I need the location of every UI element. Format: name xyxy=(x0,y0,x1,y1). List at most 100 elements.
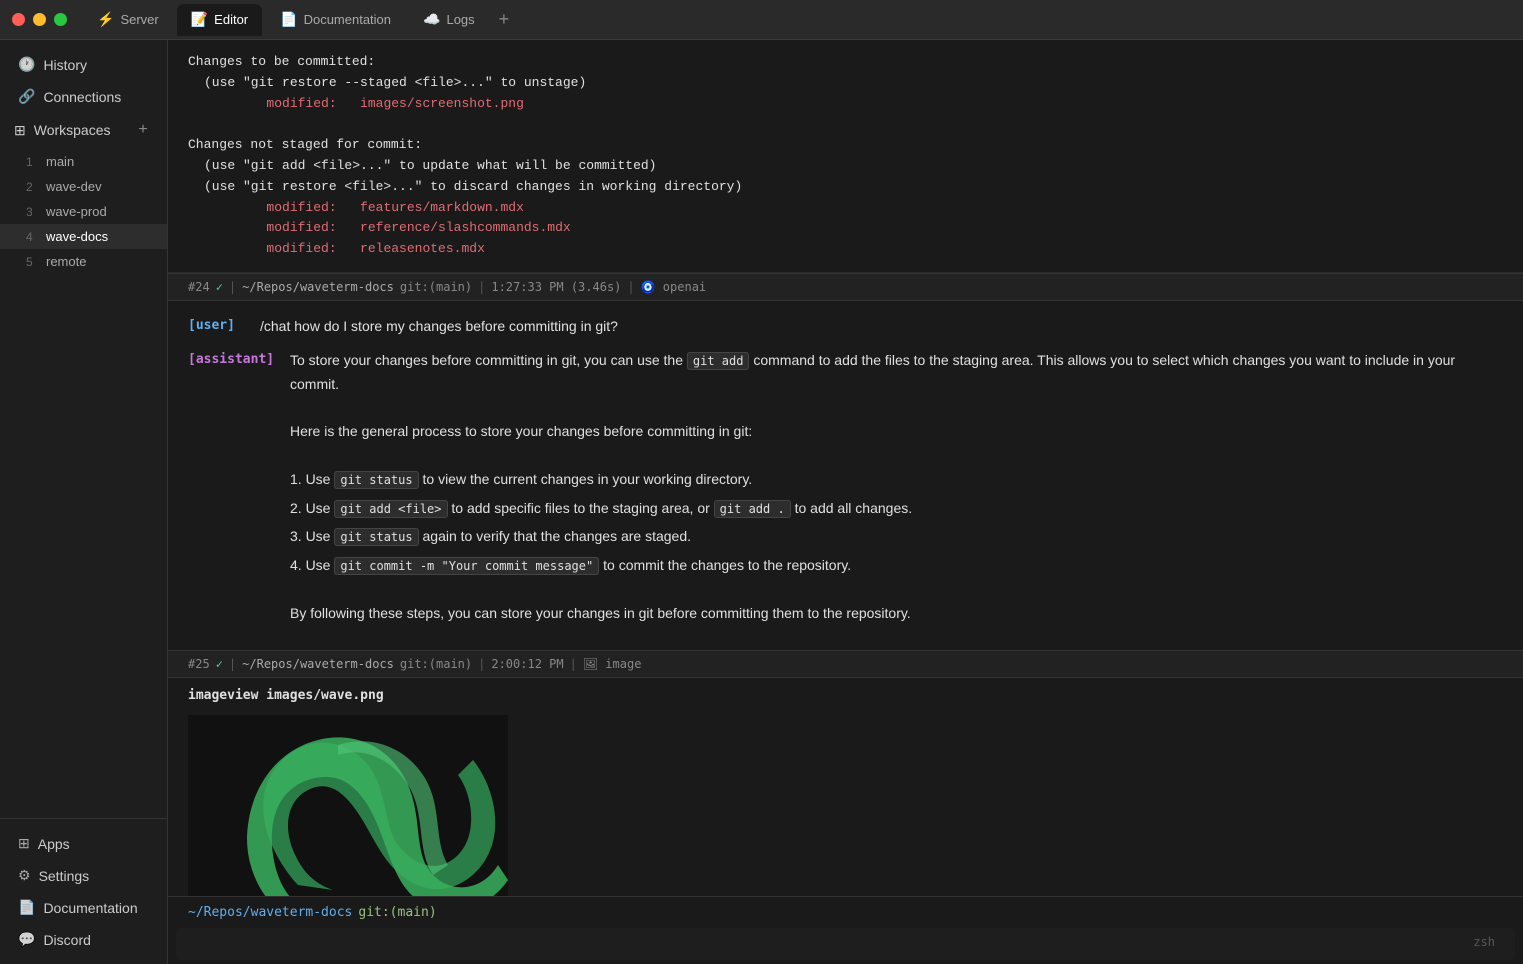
prompt-branch-24: git:(main) xyxy=(400,280,472,294)
sidebar-item-history[interactable]: 🕐 History xyxy=(4,49,163,80)
close-button[interactable] xyxy=(12,13,25,26)
code-step2a: git add <file> xyxy=(334,500,447,518)
history-icon: 🕐 xyxy=(18,56,35,73)
user-text: /chat how do I store my changes before c… xyxy=(260,315,1503,339)
reply-footer: By following these steps, you can store … xyxy=(290,605,911,621)
prompt-check-25: ✓ xyxy=(216,657,223,671)
workspace-entry-wave-dev[interactable]: 2 wave-dev xyxy=(0,174,167,199)
sidebar-item-settings[interactable]: ⚙ Settings xyxy=(4,860,163,891)
prompt-num-25: #25 xyxy=(188,657,210,671)
step-4: 4. Use git commit -m "Your commit messag… xyxy=(290,554,1503,578)
step-2: 2. Use git add <file> to add specific fi… xyxy=(290,497,1503,521)
add-tab-button[interactable]: + xyxy=(493,9,516,30)
workspaces-label: Workspaces xyxy=(34,122,111,138)
maximize-button[interactable] xyxy=(54,13,67,26)
connections-icon: 🔗 xyxy=(18,88,35,105)
git-status-block: Changes to be committed: (use "git resto… xyxy=(168,40,1523,273)
zsh-label: zsh xyxy=(1473,935,1495,949)
sidebar-item-discord[interactable]: 💬 Discord xyxy=(4,924,163,955)
workspaces-icon: ⊞ xyxy=(14,122,26,139)
git-line-9: modified: reference/slashcommands.mdx xyxy=(188,218,1503,239)
add-workspace-button[interactable]: + xyxy=(133,120,153,140)
sidebar-history-label: History xyxy=(43,57,87,73)
prompt-separator-25: | xyxy=(229,657,236,671)
workspace-entry-wave-prod[interactable]: 3 wave-prod xyxy=(0,199,167,224)
workspace-entry-remote[interactable]: 5 remote xyxy=(0,249,167,274)
ws-name-wave-prod: wave-prod xyxy=(46,204,107,219)
sidebar-item-apps[interactable]: ⊞ Apps xyxy=(4,828,163,859)
workspace-entry-main[interactable]: 1 main xyxy=(0,149,167,174)
titlebar: ⚡ Server 📝 Editor 📄 Documentation ☁️ Log… xyxy=(0,0,1523,40)
reply-intro: Here is the general process to store you… xyxy=(290,423,752,439)
prompt-model-24: 🧿 openai xyxy=(641,280,707,294)
prompt-sep3-24: | xyxy=(627,280,634,294)
sidebar-top: 🕐 History 🔗 Connections ⊞ Workspaces + 1… xyxy=(0,40,167,818)
git-line-8: modified: features/markdown.mdx xyxy=(188,198,1503,219)
shell-input[interactable] xyxy=(196,935,1473,950)
terminal-content[interactable]: Changes to be committed: (use "git resto… xyxy=(168,40,1523,896)
apps-icon: ⊞ xyxy=(18,835,30,852)
tab-editor[interactable]: 📝 Editor xyxy=(177,4,262,36)
logs-icon: ☁️ xyxy=(423,11,440,28)
imageview-command: imageview images/wave.png xyxy=(188,688,1503,703)
code-step1: git status xyxy=(334,471,418,489)
sidebar-documentation-label: Documentation xyxy=(43,900,137,916)
doc-icon: 📄 xyxy=(280,11,297,28)
workspace-entry-wave-docs[interactable]: 4 wave-docs xyxy=(0,224,167,249)
tab-logs-label: Logs xyxy=(446,12,474,27)
wave-logo-svg xyxy=(188,715,508,896)
settings-icon: ⚙ xyxy=(18,867,31,884)
tab-logs[interactable]: ☁️ Logs xyxy=(409,4,489,36)
chat-assistant-line: [assistant] To store your changes before… xyxy=(188,349,1503,626)
tab-documentation-label: Documentation xyxy=(304,12,391,27)
ws-name-main: main xyxy=(46,154,74,169)
step-1: 1. Use git status to view the current ch… xyxy=(290,468,1503,492)
imageview-block: imageview images/wave.png xyxy=(168,678,1523,896)
prompt-model-25: 🖼 image xyxy=(583,657,642,671)
assistant-text: To store your changes before committing … xyxy=(290,349,1503,626)
sidebar-item-connections[interactable]: 🔗 Connections xyxy=(4,81,163,112)
shell-prompt-line: ~/Repos/waveterm-docs git:(main) xyxy=(168,897,1523,924)
sidebar-settings-label: Settings xyxy=(39,868,90,884)
prompt-bar-24: #24 ✓ | ~/Repos/waveterm-docs git:(main)… xyxy=(168,273,1523,301)
workspace-list: 1 main 2 wave-dev 3 wave-prod 4 wave-doc… xyxy=(0,149,167,274)
prompt-sep2-24: | xyxy=(478,280,485,294)
ws-num-3: 3 xyxy=(26,205,38,219)
git-line-3: modified: images/screenshot.png xyxy=(188,94,1503,115)
sidebar: 🕐 History 🔗 Connections ⊞ Workspaces + 1… xyxy=(0,40,168,964)
git-line-5: Changes not staged for commit: xyxy=(188,135,1503,156)
main-layout: 🕐 History 🔗 Connections ⊞ Workspaces + 1… xyxy=(0,40,1523,964)
ws-name-wave-docs: wave-docs xyxy=(46,229,108,244)
ws-num-5: 5 xyxy=(26,255,38,269)
documentation-icon: 📄 xyxy=(18,899,35,916)
sidebar-item-documentation[interactable]: 📄 Documentation xyxy=(4,892,163,923)
workspaces-header: ⊞ Workspaces + xyxy=(0,113,167,147)
tab-documentation[interactable]: 📄 Documentation xyxy=(266,4,405,36)
prompt-sep3-25: | xyxy=(570,657,577,671)
prompt-time-25: 2:00:12 PM xyxy=(491,657,563,671)
ws-name-remote: remote xyxy=(46,254,86,269)
chat-block-24: [user] /chat how do I store my changes b… xyxy=(168,301,1523,650)
sidebar-discord-label: Discord xyxy=(43,932,90,948)
prompt-separator-24: | xyxy=(229,280,236,294)
tab-editor-label: Editor xyxy=(214,12,248,27)
chat-user-line: [user] /chat how do I store my changes b… xyxy=(188,315,1503,339)
ws-num-1: 1 xyxy=(26,155,38,169)
ws-num-4: 4 xyxy=(26,230,38,244)
discord-icon: 💬 xyxy=(18,931,35,948)
sidebar-bottom: ⊞ Apps ⚙ Settings 📄 Documentation 💬 Disc… xyxy=(0,818,167,964)
prompt-sep2-25: | xyxy=(478,657,485,671)
shell-branch: git:(main) xyxy=(358,905,436,920)
minimize-button[interactable] xyxy=(33,13,46,26)
ws-name-wave-dev: wave-dev xyxy=(46,179,102,194)
prompt-cwd-24: ~/Repos/waveterm-docs xyxy=(242,280,394,294)
prompt-num-24: #24 xyxy=(188,280,210,294)
tab-server[interactable]: ⚡ Server xyxy=(83,4,173,36)
code-step2b: git add . xyxy=(714,500,791,518)
code-step3: git status xyxy=(334,528,418,546)
code-git-add: git add xyxy=(687,352,750,370)
step-3: 3. Use git status again to verify that t… xyxy=(290,525,1503,549)
git-line-1: Changes to be committed: xyxy=(188,52,1503,73)
git-line-2: (use "git restore --staged <file>..." to… xyxy=(188,73,1503,94)
git-line-10: modified: releasenotes.mdx xyxy=(188,239,1503,260)
